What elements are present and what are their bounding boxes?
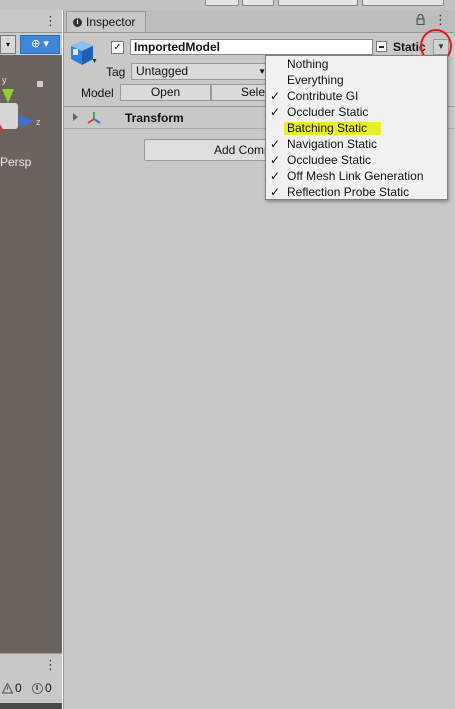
scene-tab-bar: ⋮ bbox=[0, 10, 62, 33]
tab-inspector-label: Inspector bbox=[86, 15, 136, 29]
menu-item-label: Navigation Static bbox=[287, 137, 378, 151]
menu-item-batching-static[interactable]: Batching Static bbox=[266, 120, 447, 136]
warning-counter[interactable]: 0 bbox=[2, 681, 22, 695]
menu-item-everything[interactable]: Everything bbox=[266, 72, 447, 88]
tag-value: Untagged bbox=[136, 64, 189, 78]
warning-count: 0 bbox=[15, 681, 22, 695]
layers-dropdown[interactable] bbox=[278, 0, 358, 6]
check-icon: ✓ bbox=[270, 105, 281, 119]
vertical-ellipsis-icon[interactable]: ⋮ bbox=[44, 13, 57, 29]
menu-item-reflection-probe-static[interactable]: ✓ Reflection Probe Static bbox=[266, 184, 447, 200]
static-flags-menu: Nothing Everything ✓ Contribute GI ✓ Occ… bbox=[265, 55, 448, 200]
layout-dropdown[interactable] bbox=[362, 0, 444, 6]
top-toolbar-strip bbox=[0, 0, 455, 10]
transform-label: Transform bbox=[125, 111, 184, 125]
svg-text:y: y bbox=[2, 75, 7, 85]
tab-inspector[interactable]: i Inspector bbox=[66, 11, 146, 32]
check-icon: ✓ bbox=[270, 89, 281, 103]
error-count: 0 bbox=[45, 681, 52, 695]
menu-item-navigation-static[interactable]: ✓ Navigation Static bbox=[266, 136, 447, 152]
view-mode-label[interactable]: Persp bbox=[0, 155, 31, 169]
check-icon: ✓ bbox=[270, 137, 281, 151]
vertical-ellipsis-icon[interactable]: ⋮ bbox=[434, 12, 447, 28]
check-icon: ✓ bbox=[270, 185, 281, 199]
static-checkbox[interactable] bbox=[376, 41, 387, 52]
menu-item-label: Occludee Static bbox=[287, 153, 372, 167]
toolbar-button[interactable] bbox=[242, 0, 274, 6]
toolbar-button[interactable] bbox=[205, 0, 239, 6]
menu-item-label: Occluder Static bbox=[287, 105, 369, 119]
vertical-ellipsis-icon[interactable]: ⋮ bbox=[44, 657, 57, 673]
menu-item-label: Contribute GI bbox=[287, 89, 359, 103]
scene-toolbar: ▾ ⊕ ▾ bbox=[0, 33, 62, 55]
menu-item-label: Batching Static bbox=[287, 121, 368, 135]
warning-icon bbox=[2, 682, 13, 694]
inspector-tab-bar: i Inspector ⋮ bbox=[64, 10, 455, 33]
menu-item-label: Reflection Probe Static bbox=[287, 185, 410, 199]
active-checkbox[interactable]: ✓ bbox=[111, 41, 124, 54]
menu-item-nothing[interactable]: Nothing bbox=[266, 56, 447, 72]
svg-text:z: z bbox=[36, 117, 41, 127]
menu-item-label: Off Mesh Link Generation bbox=[287, 169, 424, 183]
scene-view[interactable]: y z Persp bbox=[0, 55, 62, 653]
model-label: Model bbox=[81, 86, 114, 100]
menu-item-occludee-static[interactable]: ✓ Occludee Static bbox=[266, 152, 447, 168]
open-button[interactable]: Open bbox=[120, 84, 211, 101]
menu-item-label: Everything bbox=[287, 73, 344, 87]
info-icon: i bbox=[73, 17, 82, 27]
menu-item-label: Nothing bbox=[287, 57, 329, 71]
object-name-field[interactable]: ImportedModel bbox=[130, 39, 373, 55]
hierarchy-tab-bar: ⋮ bbox=[0, 653, 62, 676]
menu-item-occluder-static[interactable]: ✓ Occluder Static bbox=[266, 104, 447, 120]
orientation-gizmo-icon[interactable]: y z bbox=[0, 61, 50, 141]
check-icon: ✓ bbox=[270, 153, 281, 167]
menu-item-off-mesh-link-generation[interactable]: ✓ Off Mesh Link Generation bbox=[266, 168, 447, 184]
check-icon: ✓ bbox=[270, 169, 281, 183]
select-button[interactable]: Select bbox=[211, 84, 271, 101]
scene-panel: ⋮ ▾ ⊕ ▾ y z Persp ⋮ 0 0 bbox=[0, 10, 62, 709]
tag-label: Tag bbox=[106, 65, 126, 79]
error-icon bbox=[32, 682, 43, 694]
gizmos-button[interactable]: ⊕ ▾ bbox=[20, 35, 60, 54]
console-counters: 0 0 bbox=[0, 675, 62, 703]
lock-icon[interactable] bbox=[416, 14, 425, 25]
foldout-arrow-icon[interactable] bbox=[73, 113, 78, 121]
error-counter[interactable]: 0 bbox=[32, 681, 52, 695]
menu-item-contribute-gi[interactable]: ✓ Contribute GI bbox=[266, 88, 447, 104]
tag-dropdown[interactable]: Untagged ▼ bbox=[131, 63, 271, 80]
icon-dropdown-arrow-icon[interactable]: ▼ bbox=[91, 58, 98, 65]
draw-mode-dropdown[interactable]: ▾ bbox=[0, 35, 16, 54]
transform-icon bbox=[87, 112, 101, 124]
